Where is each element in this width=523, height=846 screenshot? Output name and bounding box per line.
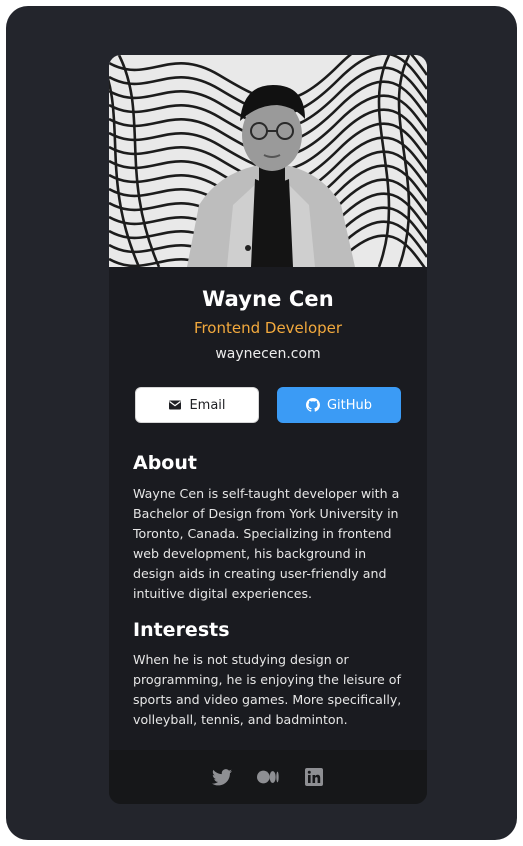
twitter-icon[interactable] (211, 766, 233, 788)
social-footer (109, 750, 427, 804)
profile-role: Frontend Developer (193, 319, 343, 337)
github-button[interactable]: GitHub (277, 387, 401, 423)
github-button-label: GitHub (326, 397, 373, 413)
profile-name: Wayne Cen (202, 287, 334, 311)
profile-photo (109, 55, 427, 267)
email-button[interactable]: Email (135, 387, 259, 423)
interests-text: When he is not studying design or progra… (133, 652, 402, 727)
interests-heading: Interests (133, 619, 230, 641)
linkedin-icon[interactable] (303, 766, 325, 788)
email-button-label: Email (189, 397, 226, 413)
profile-card: Wayne Cen Frontend Developer waynecen.co… (109, 55, 427, 804)
github-icon (305, 398, 320, 412)
page-frame: Wayne Cen Frontend Developer waynecen.co… (6, 6, 517, 840)
envelope-icon (168, 398, 182, 412)
medium-icon[interactable] (257, 766, 279, 788)
profile-website[interactable]: waynecen.com (109, 346, 427, 362)
about-heading: About (133, 452, 197, 474)
about-text: Wayne Cen is self-taught developer with … (133, 486, 400, 601)
